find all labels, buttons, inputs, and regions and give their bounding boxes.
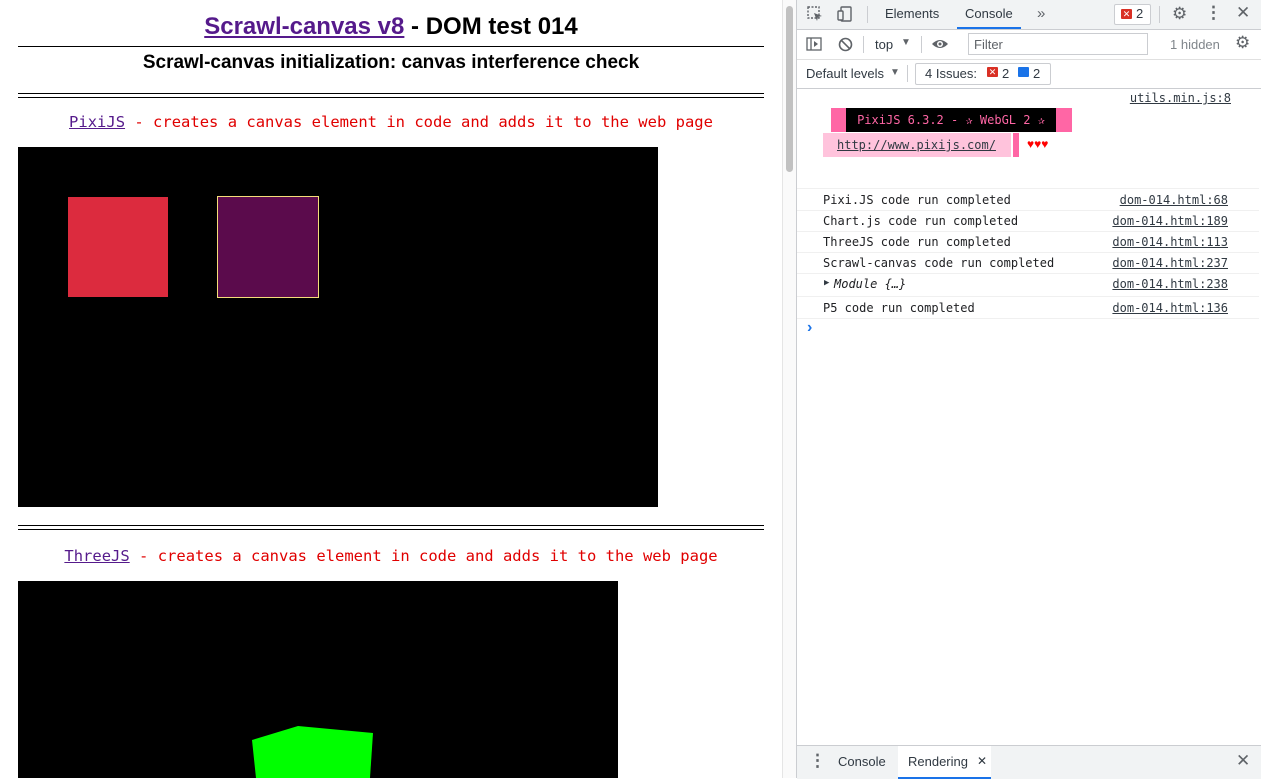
console-log-row: P5 code run completed dom-014.html:136: [797, 298, 1259, 319]
pixi-banner: PixiJS 6.3.2 - ✰ WebGL 2 ✰: [831, 108, 1072, 132]
toolbar-divider: [863, 36, 864, 53]
web-page: Scrawl-canvas v8 - DOM test 014 Scrawl-c…: [0, 0, 782, 778]
issues-message-count: 2: [1033, 66, 1041, 81]
issues-label: 4 Issues:: [925, 66, 978, 81]
three-canvas[interactable]: [18, 581, 618, 778]
three-link[interactable]: ThreeJS: [64, 547, 129, 565]
console-settings-gear-icon[interactable]: ⚙: [1235, 34, 1250, 51]
tab-console[interactable]: Console: [957, 0, 1021, 29]
three-section-text: - creates a canvas element in code and a…: [129, 547, 718, 565]
page-title: Scrawl-canvas v8 - DOM test 014: [18, 13, 764, 41]
log-source-link[interactable]: dom-014.html:68: [1120, 193, 1228, 207]
log-text: Module {…}: [834, 277, 907, 291]
issues-message-icon: [1018, 67, 1029, 77]
log-text: Pixi.JS code run completed: [823, 193, 1011, 207]
log-text: P5 code run completed: [823, 301, 975, 315]
three-scene: [252, 726, 373, 778]
drawer-tabbar: ⋮ Console Rendering ✕ ✕: [797, 745, 1261, 779]
console-log-row: Pixi.JS code run completed dom-014.html:…: [797, 190, 1259, 211]
toolbar-divider: [867, 6, 868, 23]
pixi-section-title: PixiJS - creates a canvas element in cod…: [18, 113, 764, 131]
issues-error-icon: ✕: [987, 67, 998, 77]
log-text: ThreeJS code run completed: [823, 235, 1011, 249]
error-icon: ✕: [1121, 9, 1132, 19]
pixi-purple-square: [217, 196, 319, 298]
close-tab-icon[interactable]: ✕: [977, 754, 987, 768]
filter-placeholder: Filter: [974, 37, 1003, 52]
close-devtools-icon[interactable]: ✕: [1236, 4, 1250, 21]
page-subtitle: Scrawl-canvas initialization: canvas int…: [142, 52, 640, 73]
pixi-red-square: [68, 197, 168, 297]
pixi-url-link[interactable]: http://www.pixijs.com/: [837, 133, 996, 157]
console-log-row: ThreeJS code run completed dom-014.html:…: [797, 232, 1259, 253]
more-tabs-icon[interactable]: »: [1037, 0, 1045, 28]
toolbar-divider: [907, 65, 908, 82]
pixi-banner-source-link[interactable]: utils.min.js:8: [1130, 91, 1231, 105]
pixi-section-text: - creates a canvas element in code and a…: [125, 113, 713, 131]
log-text: Scrawl-canvas code run completed: [823, 256, 1055, 270]
inspect-element-icon[interactable]: [807, 6, 823, 26]
title-link[interactable]: Scrawl-canvas v8: [204, 13, 404, 40]
filter-input[interactable]: Filter: [968, 33, 1148, 55]
pixi-url-bar: [1013, 133, 1019, 157]
drawer-menu-icon[interactable]: ⋮: [809, 752, 826, 769]
log-source-link[interactable]: dom-014.html:238: [1112, 277, 1228, 291]
green-cube: [252, 726, 373, 778]
hidden-count: 1 hidden: [1170, 37, 1220, 52]
log-source-link[interactable]: dom-014.html:237: [1112, 256, 1228, 270]
scrollbar-thumb[interactable]: [786, 6, 793, 172]
context-select[interactable]: top: [875, 37, 893, 52]
log-text: Chart.js code run completed: [823, 214, 1019, 228]
levels-select[interactable]: Default levels: [806, 66, 884, 81]
expand-triangle-icon[interactable]: ▶: [824, 278, 829, 288]
console-log-row: Scrawl-canvas code run completed dom-014…: [797, 253, 1259, 274]
toolbar-divider: [921, 36, 922, 53]
pixi-url-box: http://www.pixijs.com/: [823, 133, 1011, 157]
device-toolbar-icon[interactable]: [837, 6, 853, 26]
log-source-link[interactable]: dom-014.html:189: [1112, 214, 1228, 228]
close-drawer-icon[interactable]: ✕: [1236, 752, 1250, 769]
clear-console-icon[interactable]: [838, 37, 853, 56]
log-source-link[interactable]: dom-014.html:136: [1112, 301, 1228, 315]
sidebar-toggle-icon[interactable]: [806, 37, 822, 55]
section-divider: [18, 93, 764, 98]
console-prompt-icon[interactable]: ›: [807, 319, 812, 337]
title-rest: - DOM test 014: [404, 13, 578, 40]
console-log-row[interactable]: ▶ Module {…} dom-014.html:238: [797, 274, 1259, 297]
pixi-link[interactable]: PixiJS: [69, 113, 125, 131]
drawer-tab-rendering[interactable]: Rendering ✕: [898, 746, 991, 779]
drawer-tab-console[interactable]: Console: [838, 754, 886, 769]
more-options-icon[interactable]: ⋮: [1205, 4, 1222, 21]
toolbar-divider: [1159, 6, 1160, 23]
live-expression-eye-icon[interactable]: [931, 37, 949, 55]
error-count: 2: [1136, 6, 1144, 21]
drawer-tab-rendering-label: Rendering: [908, 754, 968, 769]
section-divider: [18, 525, 764, 530]
devtools-tabbar: Elements Console » ✕ 2 ⚙ ⋮ ✕: [797, 0, 1261, 30]
settings-gear-icon[interactable]: ⚙: [1172, 5, 1187, 22]
levels-dropdown-icon[interactable]: ▼: [890, 67, 900, 78]
pixi-canvas[interactable]: [18, 147, 658, 507]
issues-error-count: 2: [1002, 66, 1010, 81]
pixi-banner-label: PixiJS 6.3.2 - ✰ WebGL 2 ✰: [846, 108, 1056, 132]
tab-elements[interactable]: Elements: [885, 0, 939, 28]
devtools-panel: Elements Console » ✕ 2 ⚙ ⋮ ✕ top ▼ Filte…: [796, 0, 1261, 779]
context-dropdown-icon[interactable]: ▼: [901, 37, 911, 48]
title-rule: [18, 46, 764, 47]
three-section-title: ThreeJS - creates a canvas element in co…: [18, 547, 764, 565]
page-scrollbar[interactable]: [782, 0, 797, 778]
pixi-hearts: ♥♥♥: [1027, 137, 1049, 151]
console-log-row: Chart.js code run completed dom-014.html…: [797, 211, 1259, 232]
error-count-badge[interactable]: ✕ 2: [1114, 4, 1151, 25]
log-source-link[interactable]: dom-014.html:113: [1112, 235, 1228, 249]
issues-button[interactable]: 4 Issues: ✕ 2 2: [915, 63, 1051, 85]
log-separator: [797, 188, 1259, 189]
